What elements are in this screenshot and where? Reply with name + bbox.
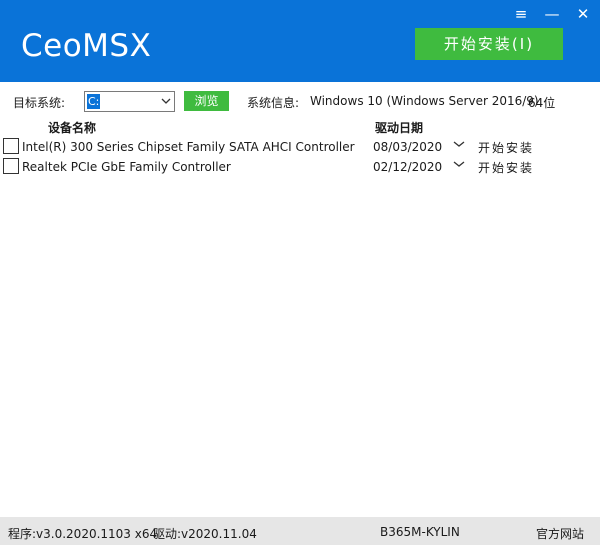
chevron-down-icon[interactable] xyxy=(452,157,466,171)
device-name: Realtek PCIe GbE Family Controller xyxy=(22,160,231,174)
driver-date-header: 驱动日期 xyxy=(375,121,424,135)
target-os-select[interactable]: C: xyxy=(84,91,175,112)
header-bar: CeoMSX ≡ — ✕ 开始安装(I) xyxy=(0,0,600,82)
chevron-down-icon xyxy=(161,98,171,104)
app-logo: CeoMSX xyxy=(21,28,152,64)
row-checkbox[interactable] xyxy=(3,158,19,174)
driver-version: 驱动:v2020.11.04 xyxy=(153,527,257,541)
table-row: Intel(R) 300 Series Chipset Family SATA … xyxy=(0,137,600,157)
device-name-header: 设备名称 xyxy=(48,121,97,135)
row-checkbox[interactable] xyxy=(3,138,19,154)
driver-date: 08/03/2020 xyxy=(373,140,443,154)
system-info-label: 系统信息: xyxy=(247,96,300,110)
table-row: Realtek PCIe GbE Family Controller 02/12… xyxy=(0,157,600,177)
official-site-link[interactable]: 官方网站 xyxy=(536,525,584,542)
minimize-icon[interactable]: — xyxy=(542,4,562,24)
target-os-value: C: xyxy=(87,94,101,109)
browse-button[interactable]: 浏览 xyxy=(184,91,229,111)
driver-date: 02/12/2020 xyxy=(373,160,443,174)
system-info-value: Windows 10 (Windows Server 2016/9) xyxy=(310,94,539,108)
install-button[interactable]: 开始安装 xyxy=(478,159,534,176)
system-bits: 64位 xyxy=(528,96,556,110)
device-name: Intel(R) 300 Series Chipset Family SATA … xyxy=(22,140,355,154)
install-all-button[interactable]: 开始安装(I) xyxy=(415,28,563,60)
install-button[interactable]: 开始安装 xyxy=(478,139,534,156)
status-bar: 程序:v3.0.2020.1103 x64 驱动:v2020.11.04 B36… xyxy=(0,517,600,545)
close-icon[interactable]: ✕ xyxy=(573,4,593,24)
chevron-down-icon[interactable] xyxy=(452,137,466,151)
board-model: B365M-KYLIN xyxy=(380,525,460,539)
menu-icon[interactable]: ≡ xyxy=(511,4,531,24)
target-os-label: 目标系统: xyxy=(13,96,66,110)
program-version: 程序:v3.0.2020.1103 x64 xyxy=(8,527,158,541)
